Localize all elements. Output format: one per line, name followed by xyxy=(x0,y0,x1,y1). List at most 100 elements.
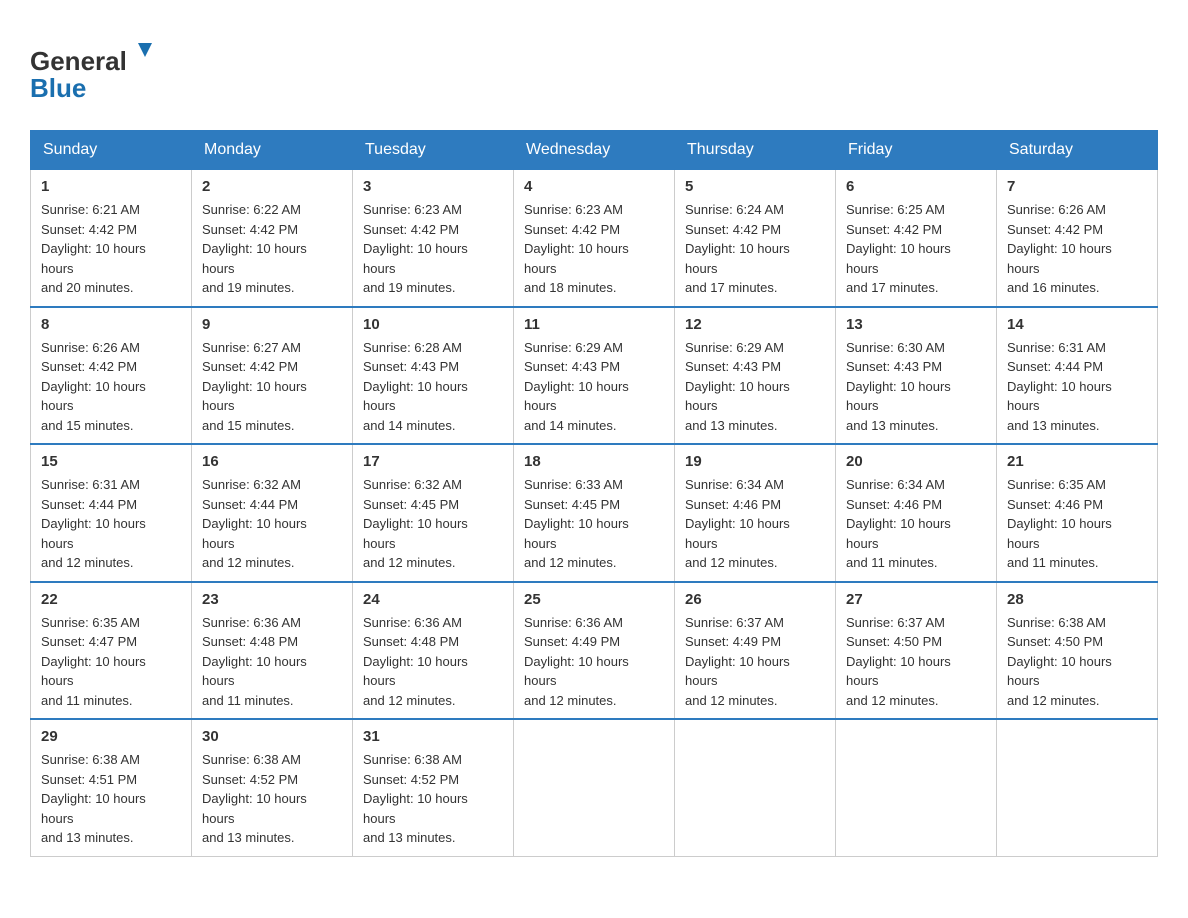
svg-text:General: General xyxy=(30,46,127,76)
day-number: 20 xyxy=(846,453,986,470)
day-info: Sunrise: 6:25 AM Sunset: 4:42 PM Dayligh… xyxy=(846,200,986,298)
svg-text:Blue: Blue xyxy=(30,73,86,103)
day-number: 19 xyxy=(685,453,825,470)
day-number: 12 xyxy=(685,316,825,333)
logo-svg: General Blue xyxy=(30,30,160,110)
weekday-header-saturday: Saturday xyxy=(997,131,1158,170)
day-number: 9 xyxy=(202,316,342,333)
day-info: Sunrise: 6:24 AM Sunset: 4:42 PM Dayligh… xyxy=(685,200,825,298)
day-cell: 15 Sunrise: 6:31 AM Sunset: 4:44 PM Dayl… xyxy=(31,444,192,582)
day-info: Sunrise: 6:37 AM Sunset: 4:50 PM Dayligh… xyxy=(846,613,986,711)
day-number: 25 xyxy=(524,591,664,608)
week-row-2: 8 Sunrise: 6:26 AM Sunset: 4:42 PM Dayli… xyxy=(31,307,1158,445)
weekday-header-friday: Friday xyxy=(836,131,997,170)
day-number: 4 xyxy=(524,178,664,195)
day-info: Sunrise: 6:36 AM Sunset: 4:48 PM Dayligh… xyxy=(363,613,503,711)
day-info: Sunrise: 6:35 AM Sunset: 4:47 PM Dayligh… xyxy=(41,613,181,711)
day-info: Sunrise: 6:38 AM Sunset: 4:52 PM Dayligh… xyxy=(363,750,503,848)
day-cell: 10 Sunrise: 6:28 AM Sunset: 4:43 PM Dayl… xyxy=(353,307,514,445)
day-info: Sunrise: 6:23 AM Sunset: 4:42 PM Dayligh… xyxy=(363,200,503,298)
day-info: Sunrise: 6:34 AM Sunset: 4:46 PM Dayligh… xyxy=(685,475,825,573)
day-number: 8 xyxy=(41,316,181,333)
day-number: 22 xyxy=(41,591,181,608)
day-number: 31 xyxy=(363,728,503,745)
day-number: 21 xyxy=(1007,453,1147,470)
day-info: Sunrise: 6:32 AM Sunset: 4:44 PM Dayligh… xyxy=(202,475,342,573)
weekday-header-monday: Monday xyxy=(192,131,353,170)
week-row-1: 1 Sunrise: 6:21 AM Sunset: 4:42 PM Dayli… xyxy=(31,170,1158,307)
day-info: Sunrise: 6:23 AM Sunset: 4:42 PM Dayligh… xyxy=(524,200,664,298)
day-number: 3 xyxy=(363,178,503,195)
day-number: 15 xyxy=(41,453,181,470)
day-info: Sunrise: 6:28 AM Sunset: 4:43 PM Dayligh… xyxy=(363,338,503,436)
day-cell: 24 Sunrise: 6:36 AM Sunset: 4:48 PM Dayl… xyxy=(353,582,514,720)
day-cell: 7 Sunrise: 6:26 AM Sunset: 4:42 PM Dayli… xyxy=(997,170,1158,307)
day-cell: 8 Sunrise: 6:26 AM Sunset: 4:42 PM Dayli… xyxy=(31,307,192,445)
day-number: 2 xyxy=(202,178,342,195)
day-info: Sunrise: 6:29 AM Sunset: 4:43 PM Dayligh… xyxy=(685,338,825,436)
day-info: Sunrise: 6:30 AM Sunset: 4:43 PM Dayligh… xyxy=(846,338,986,436)
day-number: 26 xyxy=(685,591,825,608)
day-cell: 17 Sunrise: 6:32 AM Sunset: 4:45 PM Dayl… xyxy=(353,444,514,582)
day-cell: 3 Sunrise: 6:23 AM Sunset: 4:42 PM Dayli… xyxy=(353,170,514,307)
weekday-header-row: SundayMondayTuesdayWednesdayThursdayFrid… xyxy=(31,131,1158,170)
day-info: Sunrise: 6:34 AM Sunset: 4:46 PM Dayligh… xyxy=(846,475,986,573)
day-info: Sunrise: 6:31 AM Sunset: 4:44 PM Dayligh… xyxy=(1007,338,1147,436)
day-info: Sunrise: 6:36 AM Sunset: 4:48 PM Dayligh… xyxy=(202,613,342,711)
day-cell: 29 Sunrise: 6:38 AM Sunset: 4:51 PM Dayl… xyxy=(31,719,192,856)
day-number: 18 xyxy=(524,453,664,470)
day-cell xyxy=(675,719,836,856)
day-cell xyxy=(997,719,1158,856)
day-info: Sunrise: 6:36 AM Sunset: 4:49 PM Dayligh… xyxy=(524,613,664,711)
day-info: Sunrise: 6:31 AM Sunset: 4:44 PM Dayligh… xyxy=(41,475,181,573)
day-info: Sunrise: 6:33 AM Sunset: 4:45 PM Dayligh… xyxy=(524,475,664,573)
day-cell: 6 Sunrise: 6:25 AM Sunset: 4:42 PM Dayli… xyxy=(836,170,997,307)
day-info: Sunrise: 6:38 AM Sunset: 4:52 PM Dayligh… xyxy=(202,750,342,848)
day-cell: 11 Sunrise: 6:29 AM Sunset: 4:43 PM Dayl… xyxy=(514,307,675,445)
day-cell: 31 Sunrise: 6:38 AM Sunset: 4:52 PM Dayl… xyxy=(353,719,514,856)
day-cell: 4 Sunrise: 6:23 AM Sunset: 4:42 PM Dayli… xyxy=(514,170,675,307)
day-number: 23 xyxy=(202,591,342,608)
day-cell: 5 Sunrise: 6:24 AM Sunset: 4:42 PM Dayli… xyxy=(675,170,836,307)
day-number: 11 xyxy=(524,316,664,333)
day-cell: 19 Sunrise: 6:34 AM Sunset: 4:46 PM Dayl… xyxy=(675,444,836,582)
day-cell: 26 Sunrise: 6:37 AM Sunset: 4:49 PM Dayl… xyxy=(675,582,836,720)
day-info: Sunrise: 6:32 AM Sunset: 4:45 PM Dayligh… xyxy=(363,475,503,573)
day-cell: 16 Sunrise: 6:32 AM Sunset: 4:44 PM Dayl… xyxy=(192,444,353,582)
day-cell: 18 Sunrise: 6:33 AM Sunset: 4:45 PM Dayl… xyxy=(514,444,675,582)
day-cell: 23 Sunrise: 6:36 AM Sunset: 4:48 PM Dayl… xyxy=(192,582,353,720)
day-cell: 9 Sunrise: 6:27 AM Sunset: 4:42 PM Dayli… xyxy=(192,307,353,445)
day-cell: 25 Sunrise: 6:36 AM Sunset: 4:49 PM Dayl… xyxy=(514,582,675,720)
day-cell: 14 Sunrise: 6:31 AM Sunset: 4:44 PM Dayl… xyxy=(997,307,1158,445)
weekday-header-sunday: Sunday xyxy=(31,131,192,170)
day-info: Sunrise: 6:27 AM Sunset: 4:42 PM Dayligh… xyxy=(202,338,342,436)
day-info: Sunrise: 6:26 AM Sunset: 4:42 PM Dayligh… xyxy=(41,338,181,436)
day-info: Sunrise: 6:35 AM Sunset: 4:46 PM Dayligh… xyxy=(1007,475,1147,573)
day-number: 13 xyxy=(846,316,986,333)
logo: General Blue xyxy=(30,30,160,110)
day-number: 10 xyxy=(363,316,503,333)
day-cell: 20 Sunrise: 6:34 AM Sunset: 4:46 PM Dayl… xyxy=(836,444,997,582)
weekday-header-tuesday: Tuesday xyxy=(353,131,514,170)
day-number: 29 xyxy=(41,728,181,745)
day-number: 5 xyxy=(685,178,825,195)
day-cell: 30 Sunrise: 6:38 AM Sunset: 4:52 PM Dayl… xyxy=(192,719,353,856)
day-cell: 1 Sunrise: 6:21 AM Sunset: 4:42 PM Dayli… xyxy=(31,170,192,307)
day-number: 28 xyxy=(1007,591,1147,608)
day-cell: 13 Sunrise: 6:30 AM Sunset: 4:43 PM Dayl… xyxy=(836,307,997,445)
day-info: Sunrise: 6:38 AM Sunset: 4:51 PM Dayligh… xyxy=(41,750,181,848)
day-number: 7 xyxy=(1007,178,1147,195)
day-info: Sunrise: 6:26 AM Sunset: 4:42 PM Dayligh… xyxy=(1007,200,1147,298)
day-info: Sunrise: 6:29 AM Sunset: 4:43 PM Dayligh… xyxy=(524,338,664,436)
header: General Blue xyxy=(30,30,1158,110)
day-number: 16 xyxy=(202,453,342,470)
day-cell: 27 Sunrise: 6:37 AM Sunset: 4:50 PM Dayl… xyxy=(836,582,997,720)
day-number: 14 xyxy=(1007,316,1147,333)
week-row-5: 29 Sunrise: 6:38 AM Sunset: 4:51 PM Dayl… xyxy=(31,719,1158,856)
day-info: Sunrise: 6:38 AM Sunset: 4:50 PM Dayligh… xyxy=(1007,613,1147,711)
day-cell: 2 Sunrise: 6:22 AM Sunset: 4:42 PM Dayli… xyxy=(192,170,353,307)
week-row-3: 15 Sunrise: 6:31 AM Sunset: 4:44 PM Dayl… xyxy=(31,444,1158,582)
day-info: Sunrise: 6:21 AM Sunset: 4:42 PM Dayligh… xyxy=(41,200,181,298)
day-number: 27 xyxy=(846,591,986,608)
day-cell xyxy=(836,719,997,856)
